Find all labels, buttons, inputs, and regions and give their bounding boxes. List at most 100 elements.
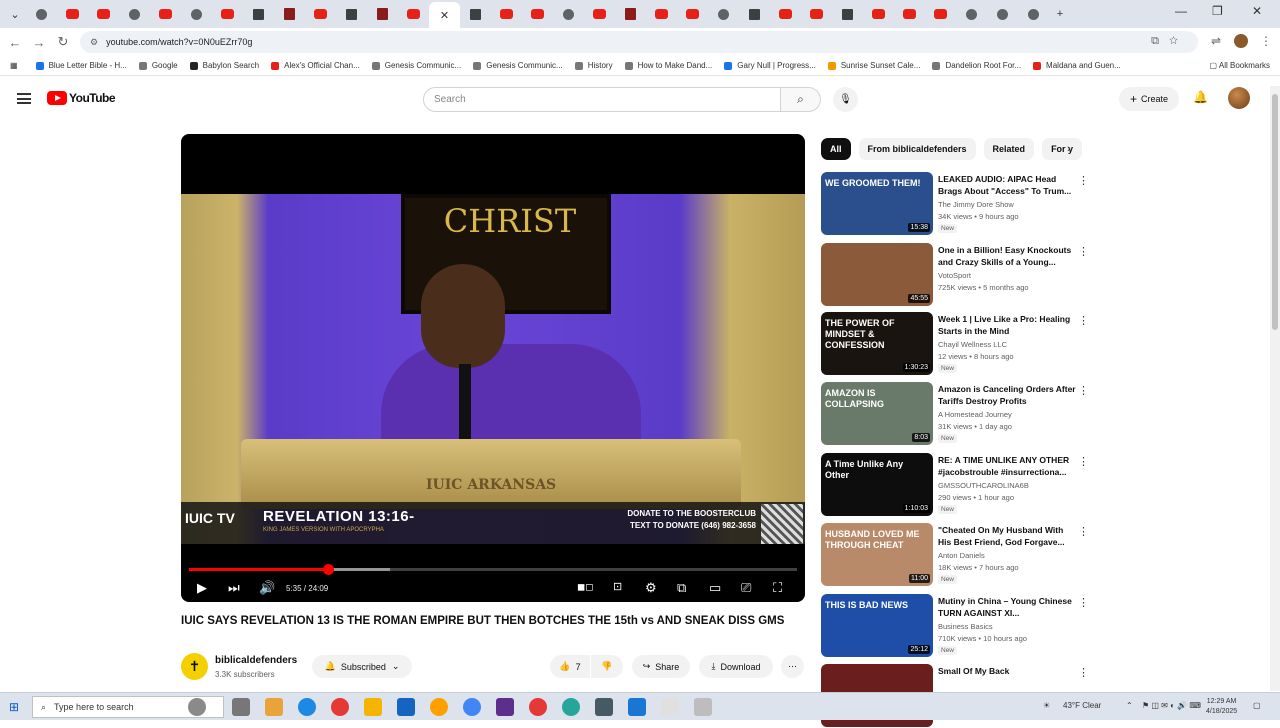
edge-icon[interactable]	[298, 698, 316, 716]
browser-tab[interactable]	[646, 3, 677, 25]
channel-name[interactable]: biblicaldefenders	[215, 655, 297, 666]
browser-tab[interactable]	[739, 3, 770, 25]
task-view-icon[interactable]	[232, 698, 250, 716]
taskbar-app-icon[interactable]	[694, 698, 712, 716]
chrome-icon[interactable]	[331, 698, 349, 716]
site-info-icon[interactable]: ⚙	[90, 37, 98, 48]
browser-tab[interactable]	[553, 3, 584, 25]
browser-tab[interactable]	[274, 3, 305, 25]
recommendation-channel[interactable]: VotoSport	[938, 271, 971, 280]
bookmark-item[interactable]: Dandelion Root For...	[932, 61, 1021, 70]
recommendation-channel[interactable]: Business Basics	[938, 622, 993, 631]
bookmark-item[interactable]: Alex's Official Chan...	[271, 61, 360, 70]
browser-tab[interactable]	[925, 3, 956, 25]
recommendation-item[interactable]: WE GROOMED THEM! 15:38 LEAKED AUDIO: AIPAC…	[821, 172, 1091, 236]
chevron-right-icon[interactable]: ›	[1067, 143, 1071, 155]
apps-grid-icon[interactable]: ▦	[10, 61, 18, 70]
filter-chip[interactable]: Related	[983, 138, 1035, 160]
progress-bar[interactable]	[189, 564, 797, 575]
recommendation-title[interactable]: One in a Billion! Easy Knockouts and Cra…	[938, 244, 1076, 268]
taskbar-app-icon[interactable]	[430, 698, 448, 716]
tab-search-icon[interactable]: ⌄	[4, 3, 26, 25]
like-button[interactable]: 👍 7	[550, 655, 590, 678]
video-thumbnail[interactable]: HUSBAND LOVED ME THROUGH CHEAT 11:00	[821, 523, 933, 586]
browser-tab[interactable]	[88, 3, 119, 25]
scrubber-handle[interactable]	[322, 564, 334, 575]
recommendation-channel[interactable]: GMSSOUTHCAROLINA6B	[938, 481, 1029, 490]
bookmark-item[interactable]: How to Make Dand...	[624, 61, 712, 70]
bookmark-item[interactable]: Babylon Search	[189, 61, 259, 70]
bookmark-item[interactable]: Maldana and Guen...	[1033, 61, 1121, 70]
browser-tab[interactable]	[584, 3, 615, 25]
subtitles-icon[interactable]: ⊡	[613, 580, 622, 593]
browser-tab[interactable]	[1018, 3, 1049, 25]
filter-chip[interactable]: All	[821, 138, 851, 160]
outlook-icon[interactable]	[397, 698, 415, 716]
video-thumbnail[interactable]: WE GROOMED THEM! 15:38	[821, 172, 933, 235]
recommendation-item[interactable]: AMAZON IS COLLAPSING 8:03 Amazon is Cancel…	[821, 382, 1091, 446]
video-thumbnail[interactable]: THE POWER OF MINDSET & CONFESSION 1:30:23	[821, 312, 933, 375]
browser-tab[interactable]	[243, 3, 274, 25]
file-explorer-icon[interactable]	[364, 698, 382, 716]
download-button[interactable]: ⤓ Download	[699, 655, 773, 678]
recommendation-channel[interactable]: Anton Daniels	[938, 551, 985, 560]
address-bar[interactable]: ⚙ youtube.com/watch?v=0N0uEZrr70g ⧉☆	[80, 31, 1198, 53]
browser-tab[interactable]	[398, 3, 429, 25]
recommendation-title[interactable]: Small Of My Back	[938, 665, 1076, 677]
browser-tab[interactable]	[150, 3, 181, 25]
share-button[interactable]: ↪ Share	[632, 655, 690, 678]
taskbar-app-icon[interactable]	[188, 698, 206, 716]
bookmark-item[interactable]: Sunrise Sunset Cale...	[827, 61, 920, 70]
more-vertical-icon[interactable]: ⋮	[1078, 596, 1089, 609]
miniplayer-icon[interactable]: ⧉	[677, 580, 686, 596]
notifications-icon[interactable]: ▢	[1253, 701, 1261, 710]
browser-tab[interactable]	[212, 3, 243, 25]
browser-tab[interactable]	[119, 3, 150, 25]
all-bookmarks[interactable]: ▢ All Bookmarks	[1210, 61, 1270, 70]
cast-icon[interactable]: ⎚	[741, 580, 751, 596]
youtube-logo[interactable]: YouTube	[47, 91, 116, 105]
taskbar-app-icon[interactable]	[562, 698, 580, 716]
more-vertical-icon[interactable]: ⋮	[1078, 174, 1089, 187]
browser-tab[interactable]	[615, 3, 646, 25]
video-player[interactable]: CHRIST IUIC ARKANSAS IUIC TV REVELATION …	[181, 134, 805, 602]
recommendation-title[interactable]: Mutiny in China – Young Chinese TURN AGA…	[938, 595, 1076, 619]
page-scrollbar[interactable]	[1270, 86, 1280, 691]
back-icon[interactable]: ←	[3, 35, 27, 50]
browser-tab[interactable]	[801, 3, 832, 25]
scrollbar-thumb[interactable]	[1272, 94, 1278, 330]
reload-icon[interactable]: ↻	[51, 34, 75, 50]
voice-search-button[interactable]: 🎙	[833, 87, 858, 112]
recommendation-title[interactable]: LEAKED AUDIO: AIPAC Head Brags About "Ac…	[938, 173, 1076, 197]
browser-tab[interactable]	[181, 3, 212, 25]
dislike-button[interactable]: 👎	[591, 655, 623, 678]
more-actions-button[interactable]: ⋯	[781, 655, 804, 678]
browser-tab[interactable]	[677, 3, 708, 25]
bookmark-item[interactable]: Gary Null | Progress...	[724, 61, 816, 70]
extensions-icon[interactable]: ⇌	[1211, 34, 1221, 48]
browser-tab[interactable]	[708, 3, 739, 25]
bookmark-star-icon[interactable]: ⧉☆	[1151, 35, 1188, 48]
browser-tab[interactable]	[460, 3, 491, 25]
autoplay-toggle-icon[interactable]: ◼◻	[577, 582, 594, 593]
browser-tab[interactable]	[336, 3, 367, 25]
recommendation-item[interactable]: A Time Unlike Any Other 1:10:03 RE: A TIME…	[821, 453, 1091, 517]
close-tab-icon[interactable]: ✕	[440, 9, 449, 22]
recommendation-item[interactable]: 45:55 One in a Billion! Easy Knockouts an…	[821, 243, 1091, 307]
recommendation-title[interactable]: Amazon is Canceling Orders After Tariffs…	[938, 383, 1076, 407]
browser-tab[interactable]	[305, 3, 336, 25]
bookmark-item[interactable]: History	[574, 61, 613, 70]
taskbar-app-icon[interactable]	[463, 698, 481, 716]
browser-tab[interactable]	[26, 3, 57, 25]
weather-icon[interactable]: ☀	[1043, 701, 1050, 710]
browser-tab[interactable]	[832, 3, 863, 25]
fullscreen-icon[interactable]: ⛶	[773, 580, 782, 596]
more-vertical-icon[interactable]: ⋮	[1078, 245, 1089, 258]
weather-text[interactable]: 43°F Clear	[1063, 701, 1101, 710]
notifications-bell-icon[interactable]: 🔔	[1193, 90, 1208, 104]
more-vertical-icon[interactable]: ⋮	[1078, 455, 1089, 468]
channel-avatar[interactable]: ✝	[181, 653, 208, 680]
minimize-icon[interactable]: —	[1175, 4, 1187, 18]
play-icon[interactable]: ▶	[197, 580, 207, 596]
more-vertical-icon[interactable]: ⋮	[1078, 666, 1089, 679]
